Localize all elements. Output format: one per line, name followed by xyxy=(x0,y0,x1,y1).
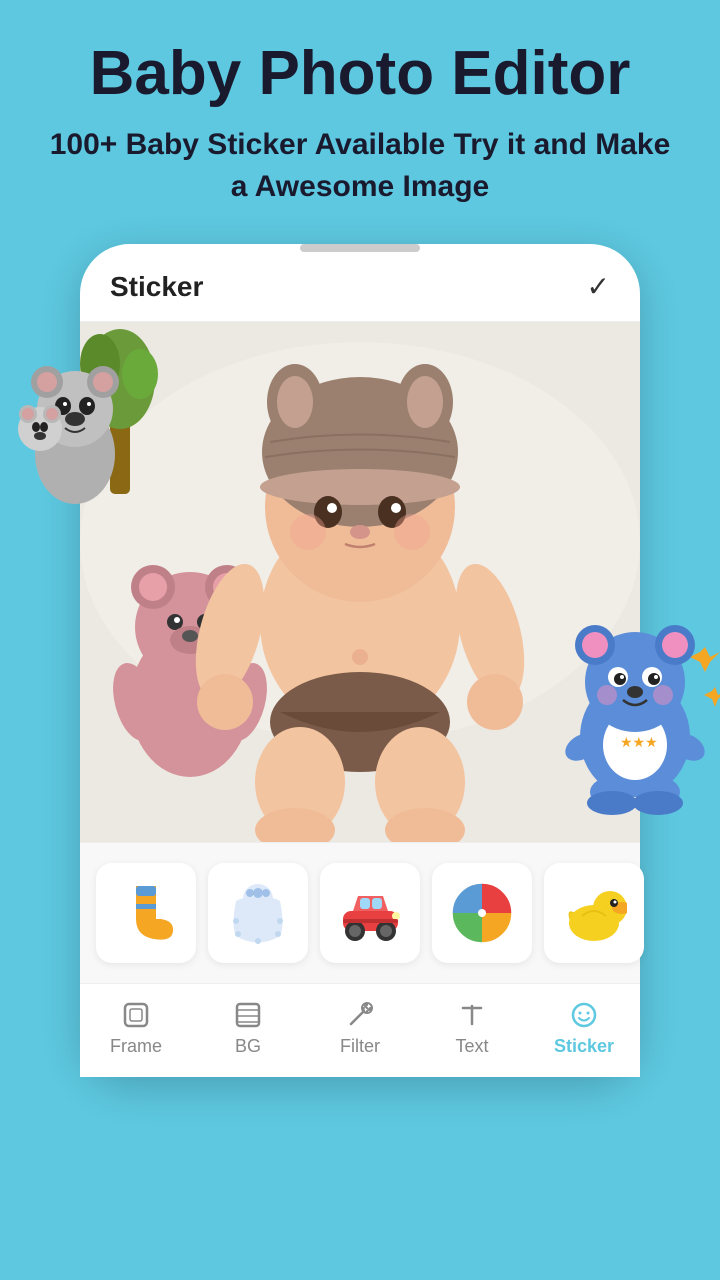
text-icon xyxy=(457,1000,487,1030)
sticker-toy-car[interactable] xyxy=(320,863,420,963)
sticker-checkmark[interactable]: ✓ xyxy=(587,270,610,303)
nav-item-filter[interactable]: Filter xyxy=(320,1000,400,1057)
bg-icon xyxy=(233,1000,263,1030)
nav-label-sticker: Sticker xyxy=(554,1036,614,1057)
app-subtitle: 100+ Baby Sticker Available Try it and M… xyxy=(40,124,680,208)
sticker-tray xyxy=(80,842,640,983)
nav-item-text[interactable]: Text xyxy=(432,1000,512,1057)
bottom-nav: Frame BG xyxy=(80,983,640,1077)
sticker-bar: Sticker ✓ xyxy=(80,252,640,322)
filter-icon xyxy=(345,1000,375,1030)
phone-notch xyxy=(300,244,420,252)
bear-sticker-decoration: ★★★ xyxy=(540,617,720,797)
header: Baby Photo Editor 100+ Baby Sticker Avai… xyxy=(0,0,720,228)
sticker-sock[interactable] xyxy=(96,863,196,963)
sticker-icon xyxy=(569,1000,599,1030)
svg-text:★★★: ★★★ xyxy=(620,734,658,750)
frame-icon xyxy=(121,1000,151,1030)
koala-sticker-decoration xyxy=(0,324,200,524)
nav-item-bg[interactable]: BG xyxy=(208,1000,288,1057)
sticker-duck[interactable] xyxy=(544,863,644,963)
nav-label-bg: BG xyxy=(235,1036,261,1057)
nav-item-frame[interactable]: Frame xyxy=(96,1000,176,1057)
nav-label-frame: Frame xyxy=(110,1036,162,1057)
app-title: Baby Photo Editor xyxy=(40,40,680,108)
nav-label-filter: Filter xyxy=(340,1036,380,1057)
nav-item-sticker[interactable]: Sticker xyxy=(544,1000,624,1057)
nav-label-text: Text xyxy=(455,1036,488,1057)
sticker-bib[interactable] xyxy=(208,863,308,963)
sticker-beach-ball[interactable] xyxy=(432,863,532,963)
sticker-bar-title: Sticker xyxy=(110,271,203,303)
